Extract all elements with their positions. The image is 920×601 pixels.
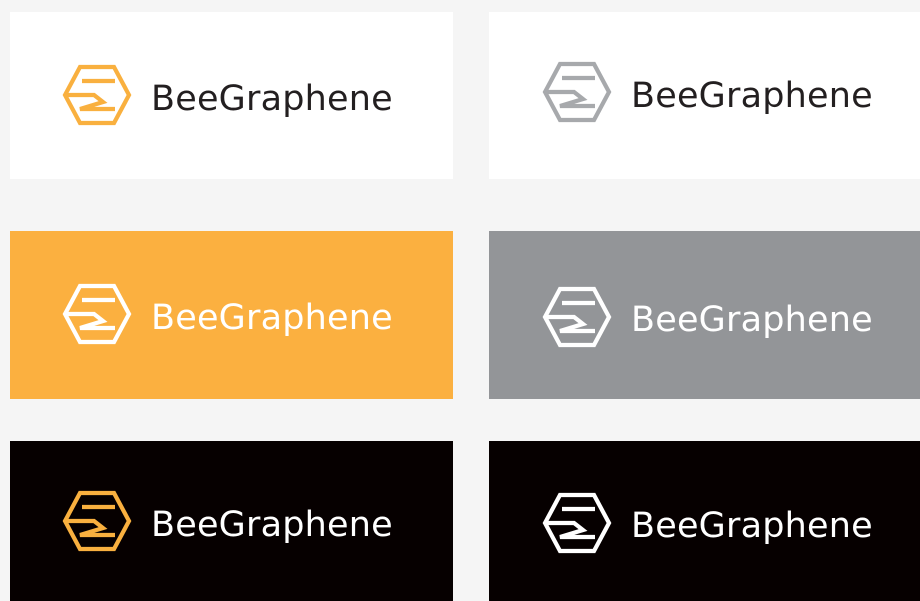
hexagon-logo-icon: [62, 283, 132, 345]
logo-panel-black-white: BeeGraphene: [489, 441, 920, 601]
brand-wordmark: BeeGraphene: [151, 79, 393, 119]
brand-wordmark: BeeGraphene: [631, 506, 873, 546]
logo-panel-white-orange: BeeGraphene: [10, 12, 453, 179]
hexagon-logo-icon: [542, 61, 612, 123]
logo-panel-black-orange: BeeGraphene: [10, 441, 453, 601]
logo-panel-orange: BeeGraphene: [10, 231, 453, 399]
brand-wordmark: BeeGraphene: [151, 505, 393, 545]
logo-panel-gray: BeeGraphene: [489, 231, 920, 399]
hexagon-logo-icon: [62, 490, 132, 552]
hexagon-logo-icon: [542, 492, 612, 554]
brand-wordmark: BeeGraphene: [631, 300, 873, 340]
brand-wordmark: BeeGraphene: [631, 76, 873, 116]
brand-wordmark: BeeGraphene: [151, 298, 393, 338]
hexagon-logo-icon: [542, 286, 612, 348]
hexagon-logo-icon: [62, 64, 132, 126]
logo-panel-white-gray: BeeGraphene: [489, 12, 920, 179]
